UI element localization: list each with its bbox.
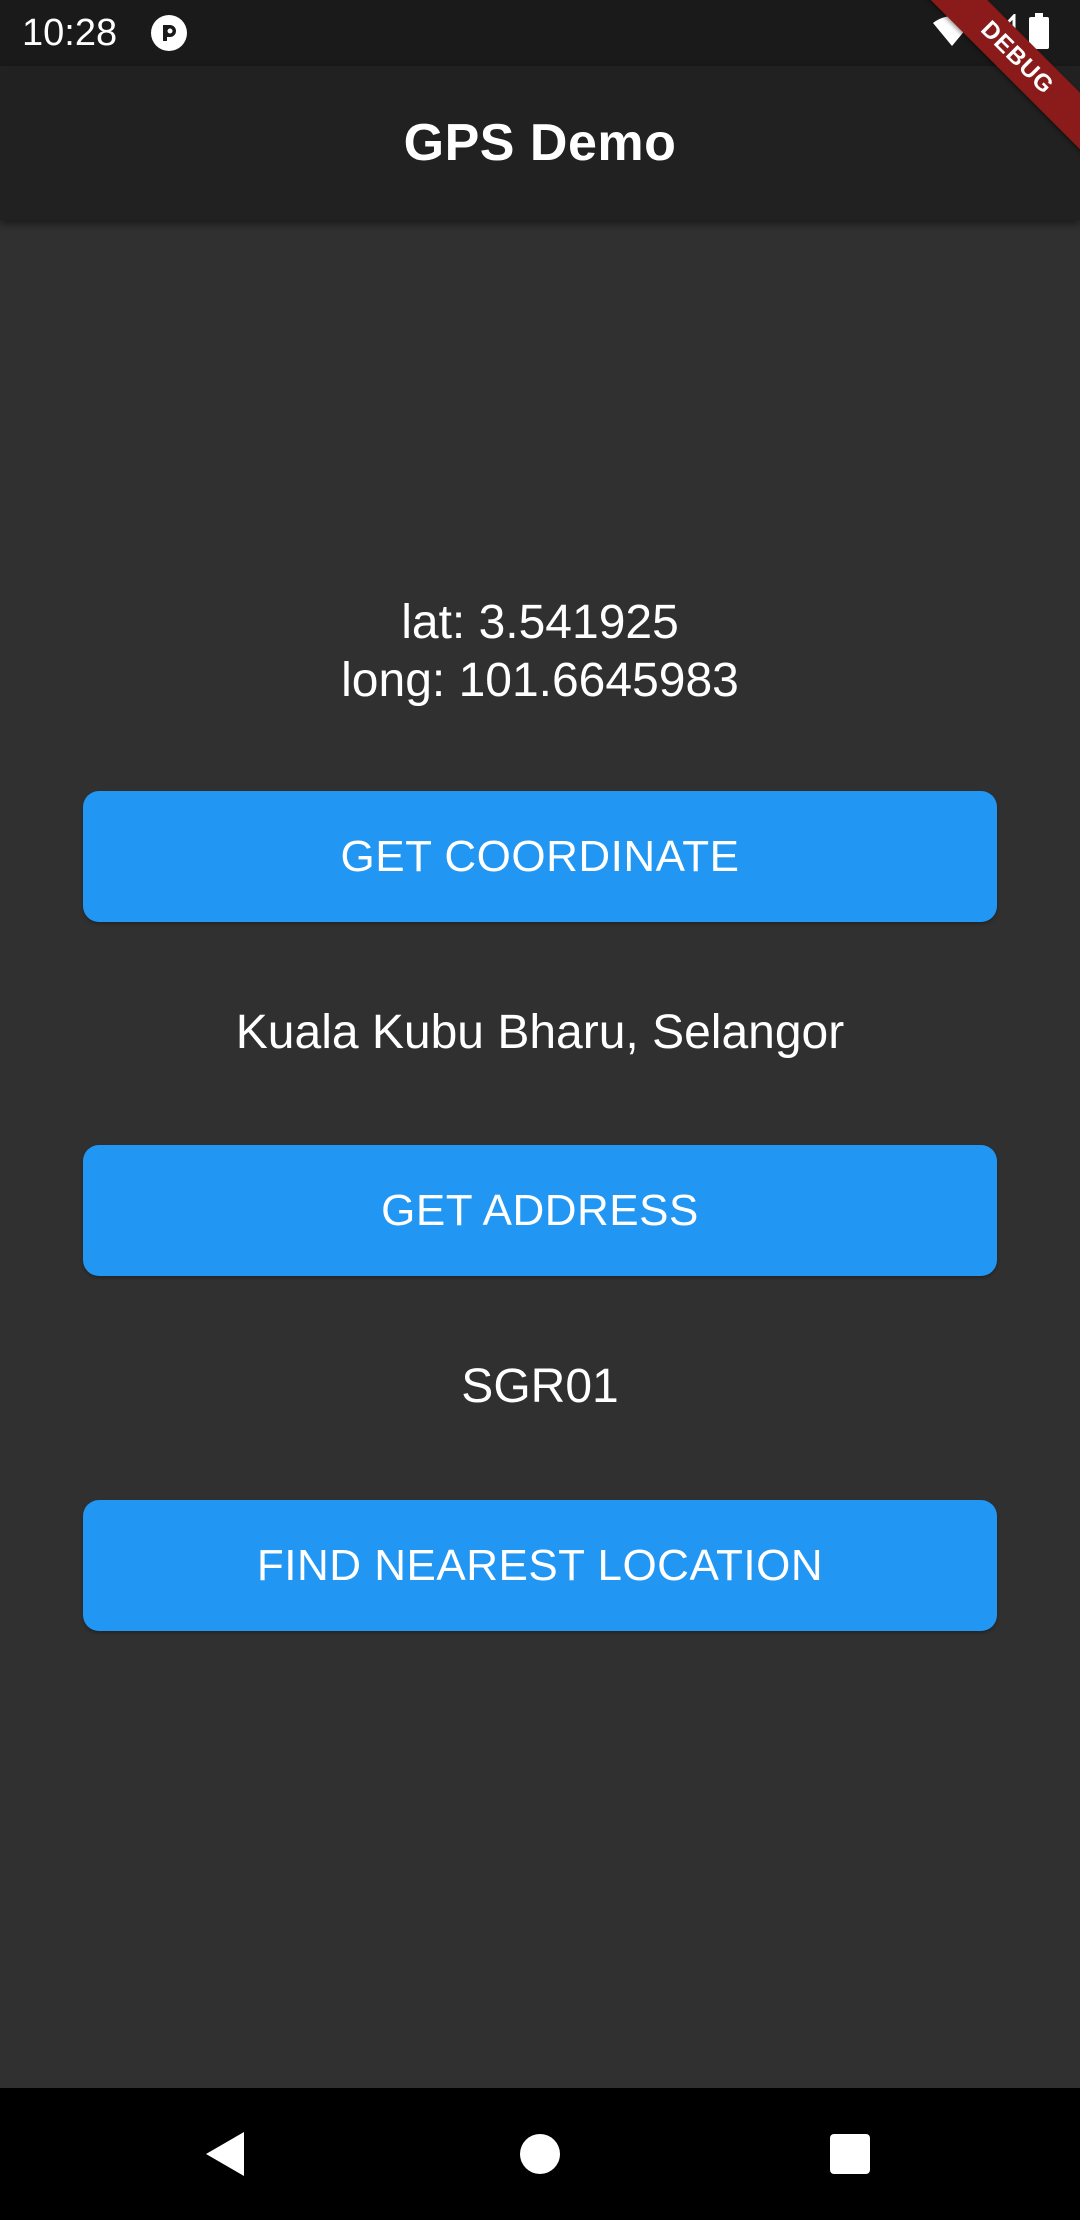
address-text: Kuala Kubu Bharu, Selangor [235, 1006, 845, 1059]
main-content: lat: 3.541925 long: 101.6645983 GET COOR… [0, 220, 1080, 2088]
app-notification-icon [150, 14, 188, 52]
status-bar: 10:28 [0, 0, 1080, 66]
back-icon[interactable] [196, 2124, 256, 2184]
recents-icon[interactable] [820, 2124, 880, 2184]
get-address-button[interactable]: GET ADDRESS [83, 1145, 997, 1276]
app-title: GPS Demo [403, 114, 677, 172]
status-icons [932, 11, 1050, 54]
app-bar: GPS Demo [0, 66, 1080, 220]
longitude-text: long: 101.6645983 [341, 654, 739, 707]
wifi-icon [932, 14, 972, 53]
get-coordinate-button[interactable]: GET COORDINATE [83, 791, 997, 922]
cell-signal-icon [982, 11, 1016, 53]
navigation-bar [0, 2088, 1080, 2220]
status-time: 10:28 [22, 12, 118, 54]
find-nearest-location-button[interactable]: FIND NEAREST LOCATION [83, 1500, 997, 1631]
battery-icon [1028, 12, 1050, 54]
latitude-text: lat: 3.541925 [401, 596, 679, 649]
home-icon[interactable] [510, 2124, 570, 2184]
screen: 10:28 DEBUG GPS Demo lat: 3.541925 long:… [0, 0, 1080, 2220]
nearest-location-code: SGR01 [461, 1360, 619, 1413]
